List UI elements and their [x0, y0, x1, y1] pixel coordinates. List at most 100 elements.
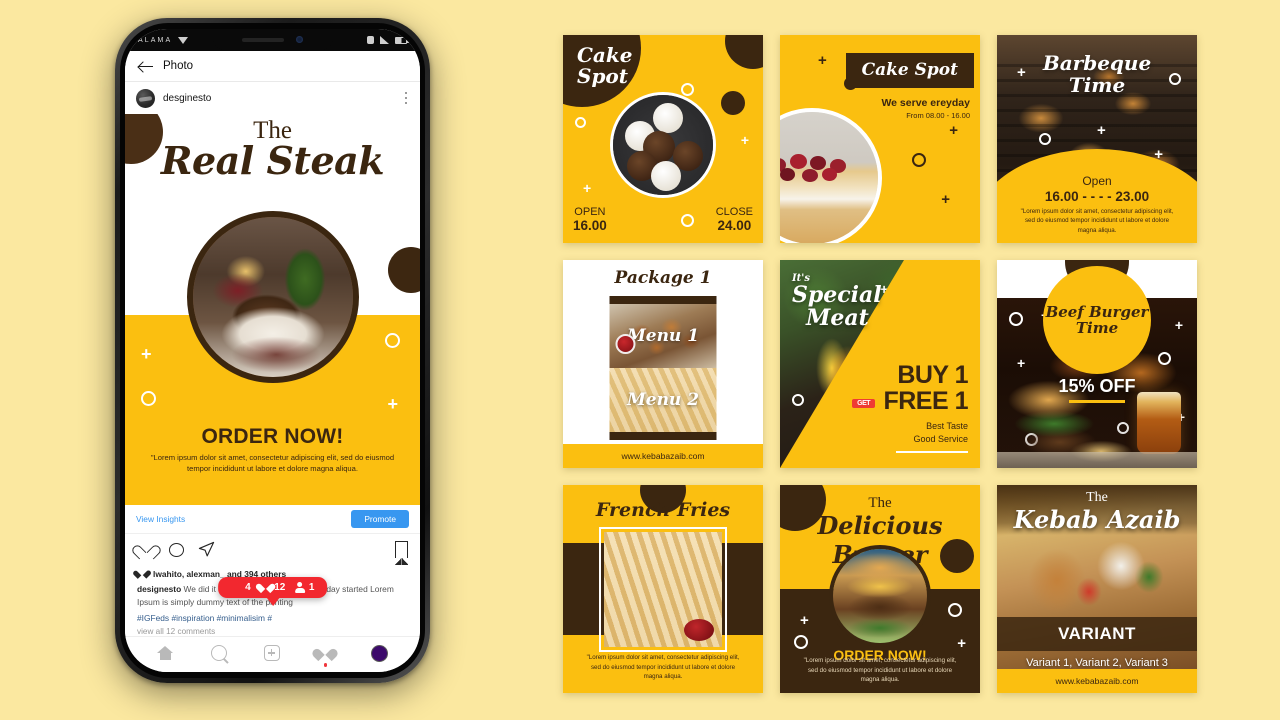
comment-icon[interactable] — [169, 543, 184, 558]
poster-kebab-azaib[interactable]: The Kebab Azaib VARIANT Variant 1, Varia… — [997, 485, 1197, 693]
title-line-2: Time — [1075, 319, 1119, 337]
wifi-icon — [178, 36, 189, 44]
status-bar: ALAMA — [125, 29, 420, 51]
phone-bezel: ALAMA Photo desginesto The Real Steak + … — [120, 23, 425, 678]
heart-icon[interactable] — [137, 540, 155, 558]
brand-name: Cake Spot — [861, 60, 958, 80]
promote-button[interactable]: Promote — [351, 509, 409, 528]
post-header: desginesto — [125, 82, 420, 114]
more-options-icon[interactable] — [404, 92, 409, 104]
tagline-block: Best Taste Good Service — [850, 420, 968, 446]
burger-image — [833, 549, 927, 643]
open-block: OPEN 16.00 — [573, 206, 607, 233]
poster-title: Barbeque Time — [997, 52, 1197, 96]
tagline-1: Best Taste — [926, 421, 968, 431]
poster-package-1[interactable]: Package 1 Menu 1 Menu 2 www.kebabazaib.c… — [563, 260, 763, 468]
decor-ring-2 — [1039, 133, 1051, 145]
poster-delicious-burger[interactable]: The Delicious Burger + + ORDER NOW! "Lor… — [780, 485, 980, 693]
decor-ring-2 — [792, 394, 804, 406]
fries-image — [604, 532, 722, 647]
badge-comments-count: 4 — [245, 582, 251, 593]
poster-cta: ORDER NOW! — [201, 425, 344, 448]
status-bar-left: ALAMA — [138, 36, 189, 44]
decor-ring-2 — [912, 153, 926, 167]
post-image[interactable]: The Real Steak + + ORDER NOW! "Lorem ips… — [125, 114, 420, 505]
poster-title: Kebab Azaib — [1013, 505, 1181, 534]
bottom-tab-bar — [125, 636, 420, 672]
heart-filled-icon — [137, 569, 147, 578]
variant-band: VARIANT — [997, 617, 1197, 651]
beer-glass-image — [1137, 392, 1181, 454]
menu-2-row: Menu 2 — [609, 368, 717, 432]
tagline-2: Good Service — [913, 434, 968, 445]
underline-rule — [896, 451, 968, 454]
title-line-1: Cake — [577, 43, 633, 67]
post-actions — [125, 533, 420, 565]
activity-badge-dot — [323, 663, 327, 667]
signal-icon — [380, 36, 389, 44]
insights-bar: View Insights Promote — [125, 504, 420, 534]
decor-ring-1 — [1009, 312, 1023, 326]
poster-cake-spot-serve[interactable]: Cake Spot We serve ereyday From 08.00 - … — [780, 35, 980, 243]
poster-lorem: "Lorem ipsum dolor sit amet, consectetur… — [586, 654, 740, 681]
burger-photo — [829, 545, 931, 647]
poster-beef-burger-time[interactable]: Beef Burger Time 15% OFF + + + + — [997, 260, 1197, 468]
decor-ring-2 — [575, 117, 586, 128]
back-arrow-icon[interactable] — [138, 59, 154, 73]
decor-plus-1: + — [800, 612, 809, 629]
tab-activity[interactable] — [317, 646, 334, 667]
serve-headline: We serve ereyday — [881, 97, 970, 109]
variant-list: Variant 1, Variant 2, Variant 3 — [1026, 657, 1168, 669]
caption-username[interactable]: designesto — [137, 584, 181, 594]
poster-title: It's Special Meat — [792, 273, 882, 330]
decor-circle-topright — [725, 35, 763, 69]
view-insights-link[interactable]: View Insights — [136, 514, 185, 524]
title-line-1: Beef Burger — [1045, 302, 1149, 321]
offer-line-2: GET FREE 1 — [850, 388, 968, 414]
poster-lorem: "Lorem ipsum dolor sit amet, consectetur… — [1020, 208, 1174, 234]
fries-photo-frame — [599, 527, 727, 652]
battery-icon — [395, 36, 409, 44]
decor-plus-1: + — [818, 52, 827, 69]
serve-block: We serve ereyday From 08.00 - 16.00 — [881, 97, 970, 120]
decor-ring-1 — [948, 603, 962, 617]
get-badge: GET — [852, 399, 876, 409]
poster-title: Package 1 — [614, 268, 712, 288]
poster-food-photo — [186, 211, 359, 383]
plate-image — [997, 452, 1197, 468]
discount-underline — [1069, 400, 1125, 403]
menu-2-label: Menu 2 — [626, 390, 700, 410]
poster-special-meat[interactable]: It's Special Meat + + + BUY 1 GET — [780, 260, 980, 468]
open-label: Open — [1082, 174, 1112, 189]
avatar[interactable] — [136, 88, 155, 108]
title-line-2: Spot — [577, 64, 629, 88]
poster-cake-spot-hours[interactable]: Cake Spot + + OPEN 16.00 CLOSE 24.00 — [563, 35, 763, 243]
tab-home[interactable] — [157, 645, 174, 661]
tab-add-post[interactable] — [263, 645, 280, 661]
poster-barbeque-time[interactable]: Barbeque Time + + + Open 16.00 - - - - 2… — [997, 35, 1197, 243]
view-comments-link[interactable]: view all 12 comments — [137, 627, 408, 636]
decor-plus-2: + — [387, 394, 398, 415]
decor-plus-2: + — [583, 180, 592, 196]
front-camera-icon — [296, 36, 303, 43]
menu-stack: Menu 1 Menu 2 — [609, 296, 717, 440]
poster-french-fries[interactable]: French Fries "Lorem ipsum dolor sit amet… — [563, 485, 763, 693]
decor-plus-2: + — [1017, 355, 1026, 371]
badge-likes-count: 12 — [274, 582, 286, 593]
tab-search[interactable] — [211, 645, 228, 661]
bookmark-icon[interactable] — [394, 540, 409, 565]
website-bar: www.kebabazaib.com — [563, 444, 763, 468]
buy-text: BUY 1 — [897, 361, 968, 389]
share-icon[interactable] — [198, 541, 215, 558]
caption-hashtags[interactable]: #IGFeds #inspiration #minimalisim # — [137, 613, 408, 623]
tab-profile[interactable] — [370, 644, 388, 662]
post-username[interactable]: desginesto — [163, 93, 397, 104]
page-title: Photo — [163, 60, 194, 72]
poster-title: French Fries — [595, 499, 731, 521]
menu-1-row: Menu 1 — [609, 304, 717, 368]
open-label: OPEN — [574, 206, 606, 218]
decor-plus-3: + — [941, 191, 950, 208]
decor-ring-1 — [385, 332, 400, 348]
open-hours: 16.00 - - - - 23.00 — [1044, 189, 1150, 205]
ketchup-dip-icon — [684, 619, 714, 641]
